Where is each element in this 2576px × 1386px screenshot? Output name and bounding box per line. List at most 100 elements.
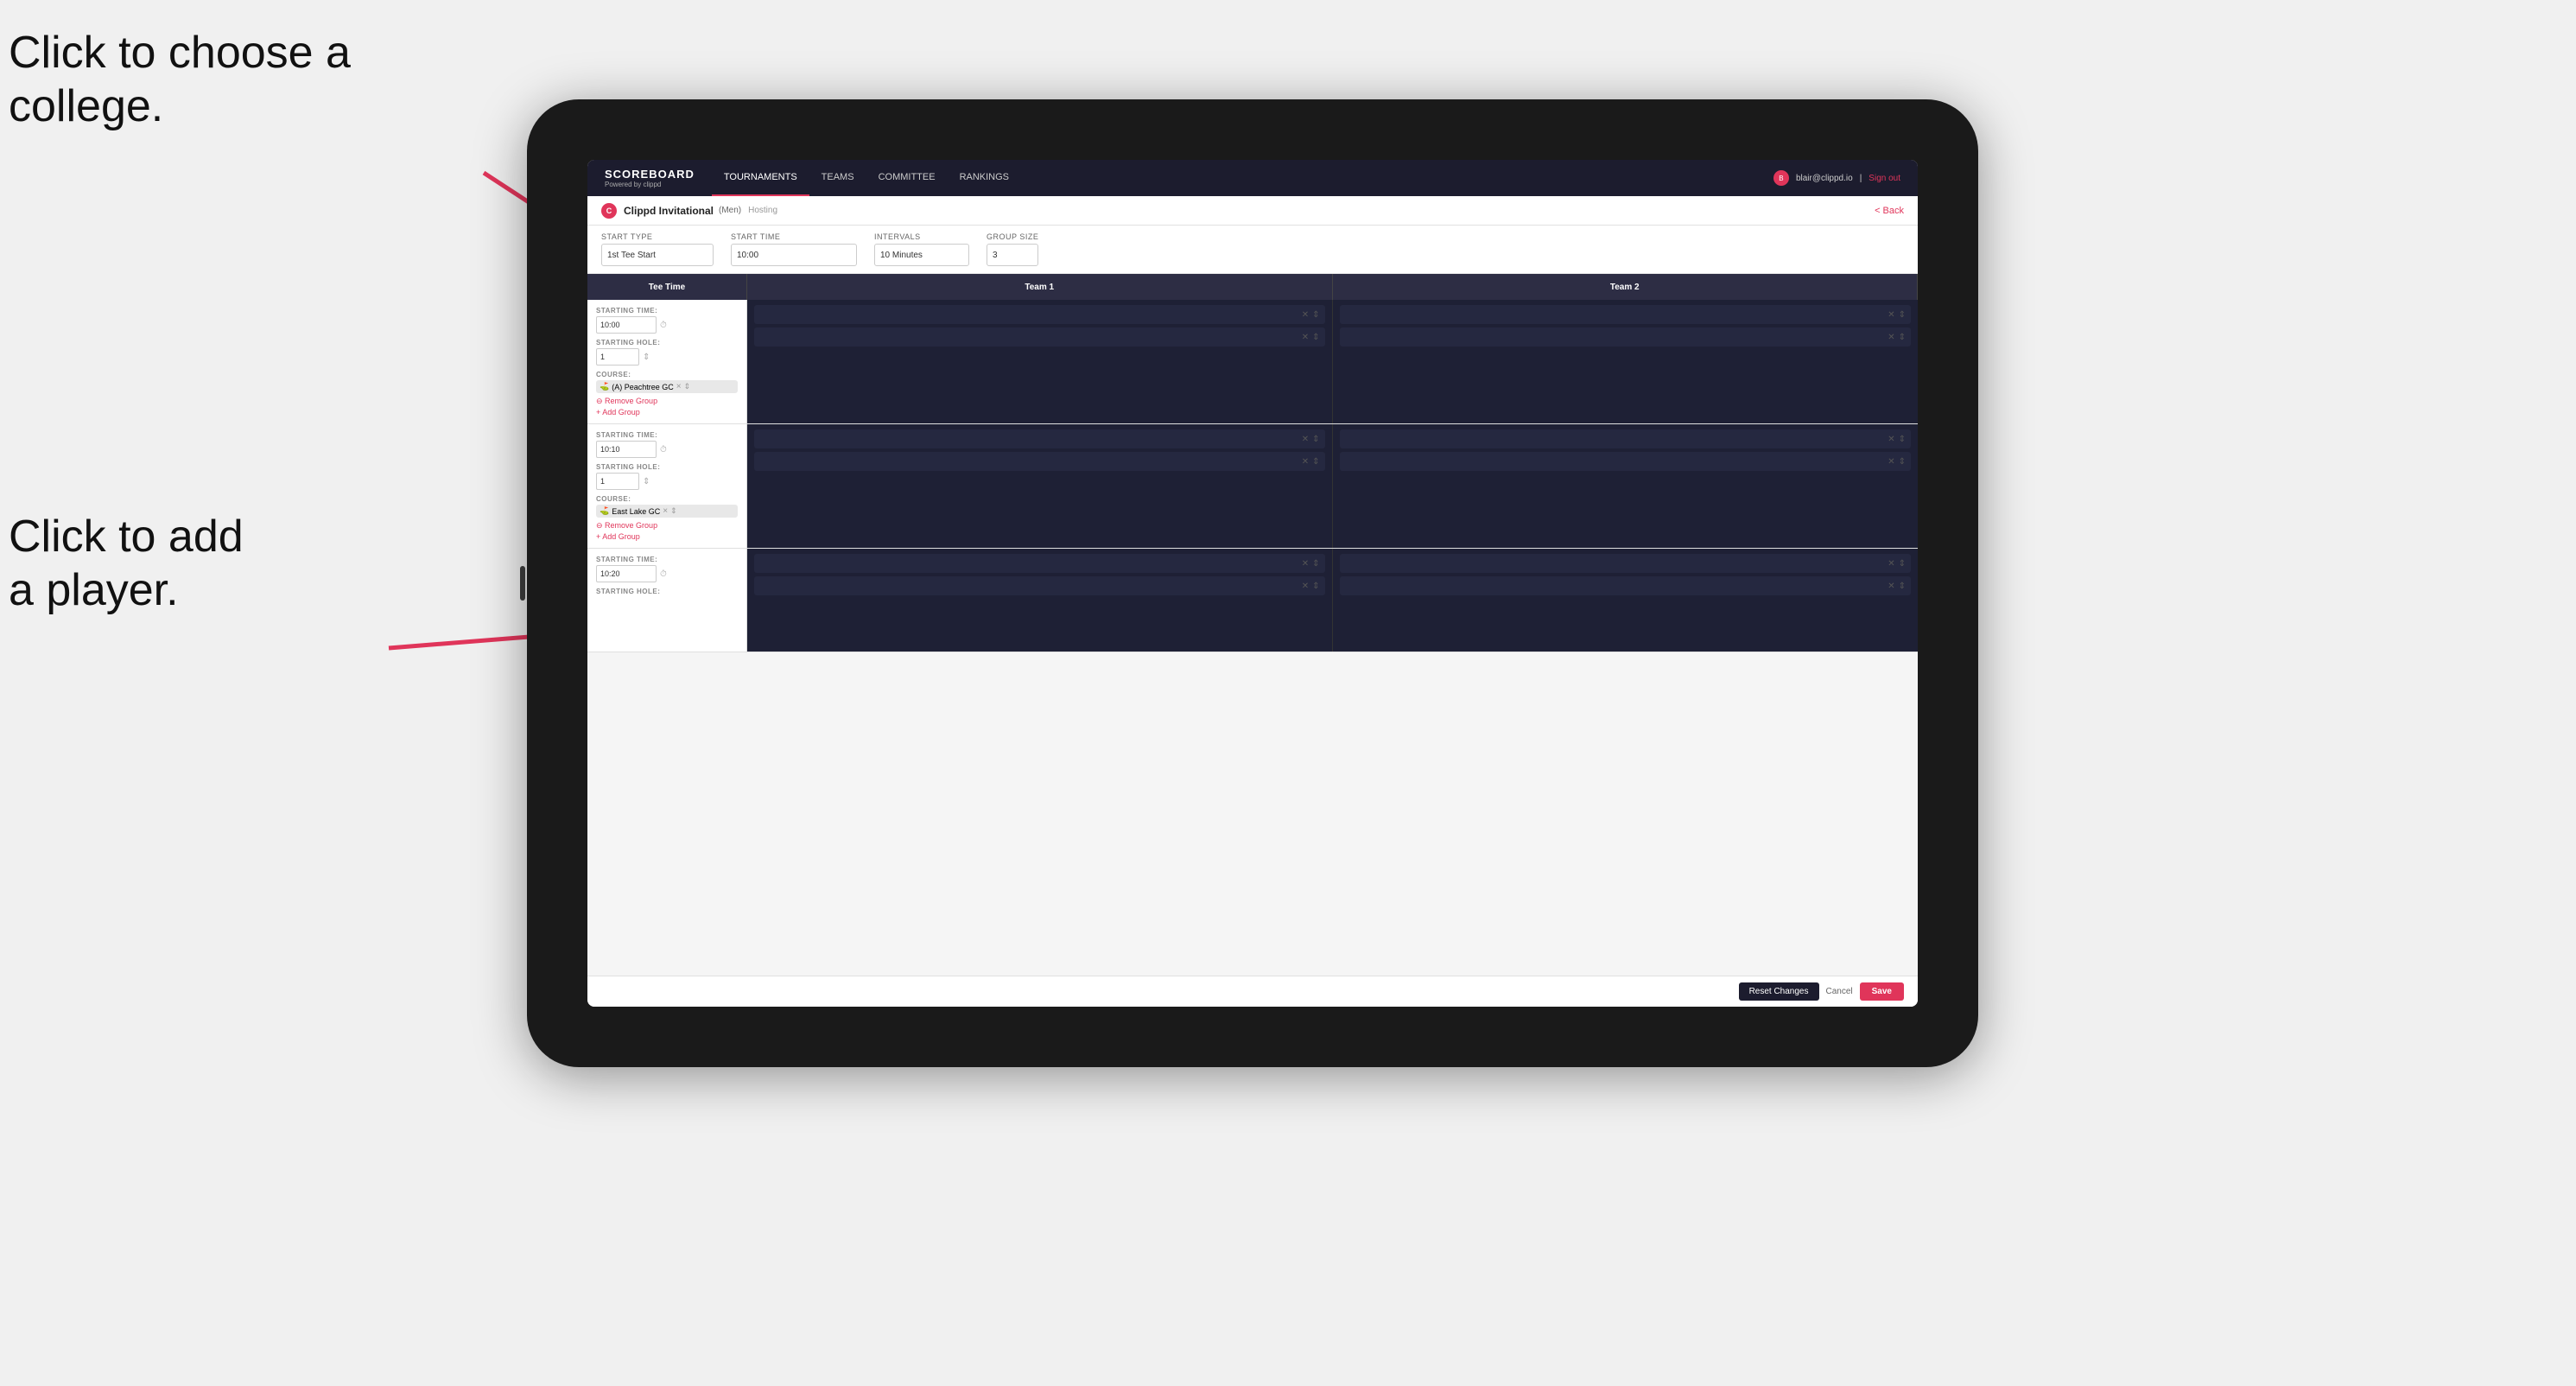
player-slot-1-2[interactable]: ✕ ⇕: [754, 327, 1325, 346]
slot-expand-1-1[interactable]: ⇕: [1312, 310, 1319, 320]
form-group-start-type: Start Type 1st Tee Start: [601, 232, 714, 266]
player-slot-1-3[interactable]: ✕ ⇕: [1340, 305, 1912, 324]
slot-expand-2-2[interactable]: ⇕: [1312, 457, 1319, 467]
slot-expand-1-4[interactable]: ⇕: [1899, 333, 1906, 342]
slot-expand-3-1[interactable]: ⇕: [1312, 559, 1319, 569]
form-group-group-size: Group Size 3: [987, 232, 1038, 266]
slot-x-3-4[interactable]: ✕: [1888, 582, 1894, 591]
starting-hole-input-2[interactable]: [596, 473, 639, 490]
tournament-title: Clippd Invitational: [624, 205, 714, 217]
table-header: Tee Time Team 1 Team 2: [587, 274, 1918, 300]
starting-hole-label-2: Starting Hole:: [596, 463, 738, 471]
player-slot-2-1[interactable]: ✕ ⇕: [754, 429, 1325, 448]
reset-button[interactable]: Reset Changes: [1739, 982, 1819, 1001]
start-type-label: Start Type: [601, 232, 714, 241]
slot-x-1-3[interactable]: ✕: [1888, 310, 1894, 320]
course-icon-2: ⛳: [600, 506, 609, 516]
starting-hole-input-1[interactable]: [596, 348, 639, 366]
course-remove-2[interactable]: ×: [663, 506, 668, 516]
starting-time-label-2: Starting Time:: [596, 431, 738, 439]
course-name-2: East Lake GC: [612, 507, 660, 516]
nav-bar: SCOREBOARD Powered by clippd TOURNAMENTS…: [587, 160, 1918, 196]
nav-committee[interactable]: COMMITTEE: [866, 160, 948, 196]
group-size-select[interactable]: 3: [987, 244, 1038, 266]
player-slot-2-2[interactable]: ✕ ⇕: [754, 452, 1325, 471]
nav-tournaments[interactable]: TOURNAMENTS: [712, 160, 809, 196]
starting-time-row-2: ⏱: [596, 441, 738, 458]
starting-time-input-1[interactable]: [596, 316, 657, 334]
remove-group-1[interactable]: ⊖ Remove Group: [596, 397, 738, 406]
slot-expand-3-2[interactable]: ⇕: [1312, 582, 1319, 591]
nav-rankings[interactable]: RANKINGS: [948, 160, 1021, 196]
th-tee-time: Tee Time: [587, 274, 747, 300]
starting-time-label-1: Starting Time:: [596, 307, 738, 315]
slot-x-2-3[interactable]: ✕: [1888, 435, 1894, 444]
tee-left-1: Starting Time: ⏱ Starting Hole: ⇕ Course…: [587, 300, 747, 423]
start-time-input[interactable]: [731, 244, 857, 266]
slot-x-3-3[interactable]: ✕: [1888, 559, 1894, 569]
ann2-line2: a player.: [9, 565, 179, 615]
slot-x-2-2[interactable]: ✕: [1302, 457, 1309, 467]
cancel-button[interactable]: Cancel: [1826, 987, 1853, 996]
tee-left-3: Starting Time: ⏱ Starting Hole:: [587, 549, 747, 652]
annotation-choose-college: Click to choose a college.: [9, 26, 351, 134]
player-slot-3-2[interactable]: ✕ ⇕: [754, 576, 1325, 595]
slot-expand-3-3[interactable]: ⇕: [1899, 559, 1906, 569]
team2-cell-2: ✕ ⇕ ✕ ⇕: [1333, 424, 1919, 548]
remove-group-2[interactable]: ⊖ Remove Group: [596, 521, 738, 531]
slot-x-3-2[interactable]: ✕: [1302, 582, 1309, 591]
slot-expand-2-3[interactable]: ⇕: [1899, 435, 1906, 444]
course-expand-2[interactable]: ⇕: [670, 506, 677, 516]
add-group-1[interactable]: + Add Group: [596, 408, 738, 416]
course-remove-1[interactable]: ×: [676, 382, 682, 391]
slot-expand-2-1[interactable]: ⇕: [1312, 435, 1319, 444]
slot-x-1-1[interactable]: ✕: [1302, 310, 1309, 320]
slot-x-2-1[interactable]: ✕: [1302, 435, 1309, 444]
ann1-line2: college.: [9, 81, 163, 131]
add-group-2[interactable]: + Add Group: [596, 532, 738, 541]
player-slot-3-3[interactable]: ✕ ⇕: [1340, 554, 1912, 573]
player-slot-3-4[interactable]: ✕ ⇕: [1340, 576, 1912, 595]
team2-cell-3: ✕ ⇕ ✕ ⇕: [1333, 549, 1919, 652]
course-tag-1[interactable]: ⛳ (A) Peachtree GC × ⇕: [596, 380, 738, 393]
starting-time-input-2[interactable]: [596, 441, 657, 458]
course-name-1: (A) Peachtree GC: [612, 383, 674, 391]
nav-links: TOURNAMENTS TEAMS COMMITTEE RANKINGS: [712, 160, 1773, 196]
hole-arrows-2: ⇕: [643, 477, 650, 486]
nav-user-email: blair@clippd.io: [1796, 174, 1853, 183]
ann1-line1: Click to choose a: [9, 28, 351, 78]
app-footer: Reset Changes Cancel Save: [587, 976, 1918, 1007]
course-expand-1[interactable]: ⇕: [684, 382, 691, 391]
slot-x-2-4[interactable]: ✕: [1888, 457, 1894, 467]
form-group-start-time: Start Time: [731, 232, 857, 266]
team1-cell-2: ✕ ⇕ ✕ ⇕: [747, 424, 1333, 548]
player-slot-3-1[interactable]: ✕ ⇕: [754, 554, 1325, 573]
slot-expand-3-4[interactable]: ⇕: [1899, 582, 1906, 591]
sub-header: C Clippd Invitational (Men) Hosting < Ba…: [587, 196, 1918, 226]
tournament-badge: (Men): [719, 206, 741, 215]
back-button[interactable]: < Back: [1875, 206, 1904, 216]
nav-separator: |: [1860, 174, 1862, 183]
slot-expand-1-2[interactable]: ⇕: [1312, 333, 1319, 342]
slot-x-3-1[interactable]: ✕: [1302, 559, 1309, 569]
slot-expand-1-3[interactable]: ⇕: [1899, 310, 1906, 320]
save-button[interactable]: Save: [1860, 982, 1904, 1001]
slot-expand-2-4[interactable]: ⇕: [1899, 457, 1906, 467]
start-type-select[interactable]: 1st Tee Start: [601, 244, 714, 266]
team1-cell-1: ✕ ⇕ ✕ ⇕: [747, 300, 1333, 423]
player-slot-1-4[interactable]: ✕ ⇕: [1340, 327, 1912, 346]
starting-hole-label-3: Starting Hole:: [596, 588, 738, 595]
nav-sign-out[interactable]: Sign out: [1869, 174, 1900, 183]
course-icon-1: ⛳: [600, 382, 609, 391]
starting-time-input-3[interactable]: [596, 565, 657, 582]
slot-x-1-4[interactable]: ✕: [1888, 333, 1894, 342]
slot-x-1-2[interactable]: ✕: [1302, 333, 1309, 342]
course-tag-2[interactable]: ⛳ East Lake GC × ⇕: [596, 505, 738, 518]
time-icon-3: ⏱: [660, 569, 667, 579]
player-slot-2-4[interactable]: ✕ ⇕: [1340, 452, 1912, 471]
nav-logo-sub: Powered by clippd: [605, 181, 695, 188]
nav-teams[interactable]: TEAMS: [809, 160, 866, 196]
player-slot-1-1[interactable]: ✕ ⇕: [754, 305, 1325, 324]
intervals-select[interactable]: 10 Minutes: [874, 244, 969, 266]
player-slot-2-3[interactable]: ✕ ⇕: [1340, 429, 1912, 448]
